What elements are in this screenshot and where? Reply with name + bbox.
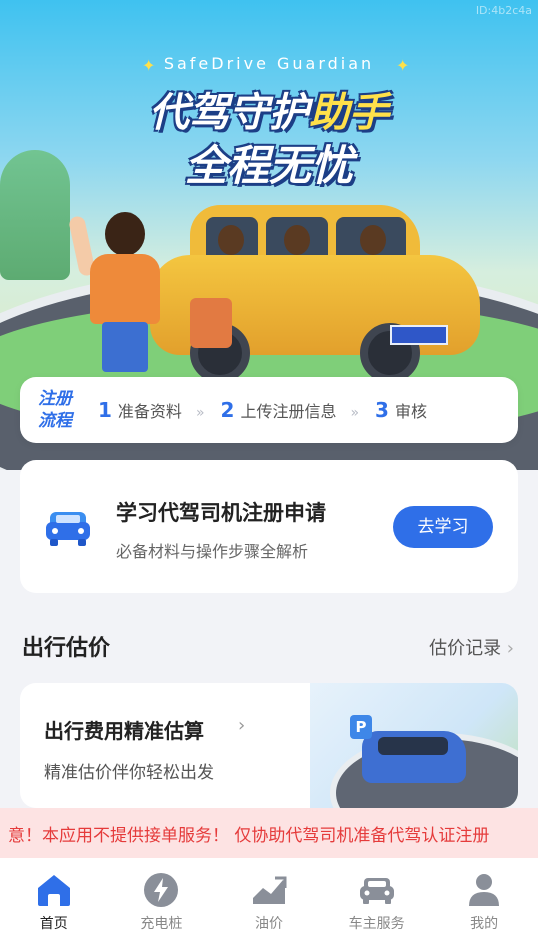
parking-sign-icon: P [350, 715, 372, 739]
fare-estimate-card[interactable]: P 出行费用精准估算 › 精准估价伴你轻松出发 [20, 683, 518, 808]
step-item: 2 上传注册信息 » [220, 398, 359, 422]
estimate-history-label: 估价记录 [429, 638, 502, 659]
step-number: 2 [220, 398, 235, 422]
learn-registration-card[interactable]: 学习代驾司机注册申请 必备材料与操作步骤全解析 去学习 [20, 460, 518, 593]
estimate-card-subtitle: 精准估价伴你轻松出发 [44, 763, 214, 783]
chevron-double-right-icon: » [350, 405, 358, 421]
learn-card-title: 学习代驾司机注册申请 [116, 501, 326, 525]
car-icon [46, 512, 90, 546]
hero-title-part: 代驾守护 [149, 90, 309, 136]
tab-owner-service[interactable]: 车主服务 [323, 858, 431, 937]
hero-title-line2: 全程无忧 [184, 141, 353, 190]
notice-text: 意！本应用不提供接单服务！ 仅协助代驾司机准备代驾认证注册 [8, 826, 490, 846]
tab-fuel-price[interactable]: 油价 [215, 858, 323, 937]
tab-label: 首页 [39, 916, 68, 932]
person-illustration [67, 212, 232, 372]
bottom-tab-bar: 首页 充电桩 油价 车主服务 我的 [0, 858, 538, 937]
chevron-right-icon: › [501, 638, 514, 659]
step-number: 3 [375, 398, 389, 422]
tab-charging[interactable]: 充电桩 [108, 858, 216, 937]
registration-steps-bar: 注册流程 1 准备资料 » 2 上传注册信息 » 3 审核 [20, 377, 518, 443]
step-label: 审核 [394, 402, 427, 421]
step-label: 上传注册信息 [240, 402, 337, 421]
estimate-card-title: 出行费用精准估算 [44, 719, 204, 743]
section-title-estimate: 出行估价 [22, 636, 111, 661]
car-icon [359, 878, 394, 904]
lightning-icon [144, 873, 179, 907]
tab-label: 油价 [254, 916, 283, 932]
hero-title-highlight: 助手 [309, 90, 389, 136]
estimate-history-link[interactable]: 估价记录 › [429, 634, 514, 660]
tab-mine[interactable]: 我的 [430, 858, 538, 937]
chevron-right-icon: › [238, 715, 246, 736]
estimate-illustration: P [310, 683, 518, 808]
go-learn-button[interactable]: 去学习 [393, 506, 493, 548]
tab-label: 我的 [470, 916, 499, 932]
person-icon [469, 874, 500, 906]
home-icon [37, 875, 70, 906]
chart-trend-icon [252, 876, 287, 904]
step-label: 准备资料 [117, 402, 182, 421]
notice-marquee: 意！本应用不提供接单服务！ 仅协助代驾司机准备代驾认证注册 [0, 808, 538, 858]
hero-title-line1: 代驾守护助手 [0, 80, 538, 138]
star-icon: ✦ [396, 56, 410, 75]
steps-tag: 注册流程 [38, 389, 72, 431]
step-number: 1 [98, 398, 112, 422]
tab-label: 车主服务 [348, 916, 405, 932]
tab-home[interactable]: 首页 [0, 858, 108, 937]
chevron-double-right-icon: » [195, 405, 204, 421]
step-item: 1 准备资料 » [98, 398, 204, 422]
learn-card-subtitle: 必备材料与操作步骤全解析 [116, 542, 309, 561]
hero-tagline: SafeDrive Guardian [163, 54, 375, 73]
step-item: 3 审核 [375, 398, 427, 422]
tab-label: 充电桩 [140, 916, 183, 932]
watermark-text: ID:4b2c4a [475, 4, 532, 17]
